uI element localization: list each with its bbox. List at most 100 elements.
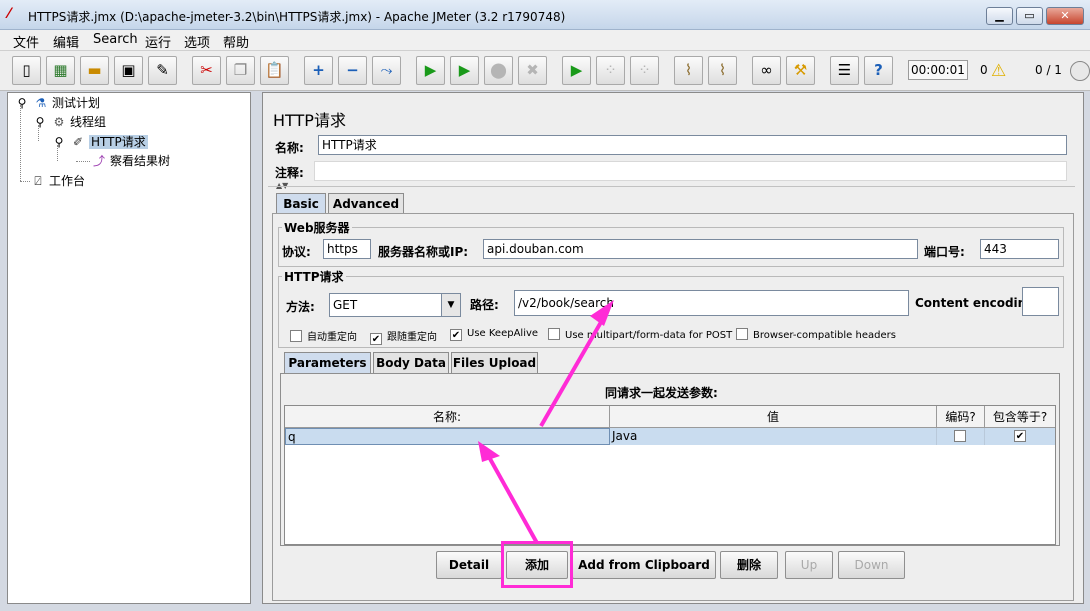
test-plan-tree: ⚲ ⚗ 测试计划 ⚲ ⚙ 线程组 ⚲ ✐ HTTP请求 ⤴ 察看结果树 ⍁ 工作台 xyxy=(7,92,251,604)
templates-icon[interactable]: ▦ xyxy=(46,56,75,85)
encode-checkbox[interactable] xyxy=(954,430,966,442)
collapse-icon[interactable]: − xyxy=(338,56,367,85)
delete-button[interactable]: 删除 xyxy=(720,551,778,579)
add-from-clipboard-button[interactable]: Add from Clipboard xyxy=(572,551,716,579)
path-input[interactable]: /v2/book/search xyxy=(514,290,909,316)
name-label: 名称: xyxy=(275,141,304,155)
close-button[interactable]: ✕ xyxy=(1046,7,1084,25)
method-select[interactable]: GET ▼ xyxy=(329,293,461,317)
gear-icon: ⚙ xyxy=(53,115,65,129)
name-input[interactable]: HTTP请求 xyxy=(318,135,1067,155)
column-header-encode[interactable]: 编码? xyxy=(937,406,985,428)
paste-icon[interactable]: 📋 xyxy=(260,56,289,85)
params-caption: 同请求一起发送参数: xyxy=(605,386,718,400)
clear-icon[interactable]: ⌇ xyxy=(674,56,703,85)
expand-handle-icon[interactable]: ⚲ xyxy=(14,94,30,112)
function-helper-icon[interactable]: ☰ xyxy=(830,56,859,85)
tab-basic[interactable]: Basic xyxy=(276,193,326,214)
column-header-include-equals[interactable]: 包含等于? xyxy=(985,406,1055,428)
checkbox-box[interactable] xyxy=(290,330,302,342)
path-label: 路径: xyxy=(470,298,499,312)
tree-item-thread-group[interactable]: ⚲ ⚙ 线程组 xyxy=(32,113,106,131)
browser-headers-checkbox[interactable]: Browser-compatible headers xyxy=(736,328,896,341)
copy-icon[interactable]: ❐ xyxy=(226,56,255,85)
elapsed-timer: 00:00:01 xyxy=(908,60,968,80)
annotation-highlight-box xyxy=(501,541,573,588)
cut-icon[interactable]: ✂ xyxy=(192,56,221,85)
reset-search-broom-icon[interactable]: ⚒ xyxy=(786,56,815,85)
checkbox-box[interactable]: ✔ xyxy=(370,333,382,345)
comment-input[interactable] xyxy=(314,161,1067,181)
checkbox-box[interactable]: ✔ xyxy=(450,329,462,341)
remote-start-icon[interactable]: ▶ xyxy=(562,56,591,85)
toolbar: ▯ ▦ ▬ ▣ ✎ ✂ ❐ 📋 + − ⤳ ▶ ▶ ⬤ ✖ ▶ ⁘ ⁘ ⌇ ⌇ … xyxy=(0,51,1090,91)
menu-file[interactable]: 文件 xyxy=(13,32,39,51)
checkbox-box[interactable] xyxy=(548,328,560,340)
tree-item-test-plan[interactable]: ⚲ ⚗ 测试计划 xyxy=(14,94,100,112)
up-button[interactable]: Up xyxy=(785,551,833,579)
open-icon[interactable]: ▬ xyxy=(80,56,109,85)
menu-edit[interactable]: 编辑 xyxy=(53,32,79,51)
expand-icon[interactable]: + xyxy=(304,56,333,85)
tree-item-label: 察看结果树 xyxy=(110,154,171,168)
tab-body-data[interactable]: Body Data xyxy=(373,352,449,373)
start-no-pause-icon[interactable]: ▶ xyxy=(450,56,479,85)
tab-files-upload[interactable]: Files Upload xyxy=(451,352,538,373)
checkbox-box[interactable] xyxy=(736,328,748,340)
remote-stop-icon[interactable]: ⁘ xyxy=(596,56,625,85)
title-bar: ⁄ HTTPS请求.jmx (D:\apache-jmeter-3.2\bin\… xyxy=(0,0,1090,30)
protocol-input[interactable]: https xyxy=(323,239,371,259)
stop-icon[interactable]: ⬤ xyxy=(484,56,513,85)
port-input[interactable]: 443 xyxy=(980,239,1059,259)
thread-count: 0 / 1 xyxy=(1035,63,1062,77)
minimize-button[interactable]: ▁ xyxy=(986,7,1013,25)
detail-button[interactable]: Detail xyxy=(436,551,502,579)
expand-handle-icon[interactable]: ⚲ xyxy=(32,113,48,131)
content-encoding-input[interactable] xyxy=(1022,287,1059,316)
params-table: 名称: 值 编码? 包含等于? q Java ✔ xyxy=(284,405,1056,545)
param-encode-cell[interactable] xyxy=(937,428,985,445)
clear-all-icon[interactable]: ⌇ xyxy=(708,56,737,85)
tree-item-label: 工作台 xyxy=(49,174,86,188)
multipart-checkbox[interactable]: Use multipart/form-data for POST xyxy=(548,328,732,341)
help-icon[interactable]: ? xyxy=(864,56,893,85)
method-label: 方法: xyxy=(286,300,315,314)
menu-help[interactable]: 帮助 xyxy=(223,32,249,51)
new-icon[interactable]: ▯ xyxy=(12,56,41,85)
remote-shutdown-icon[interactable]: ⁘ xyxy=(630,56,659,85)
page-title: HTTP请求 xyxy=(273,111,346,130)
protocol-label: 协议: xyxy=(282,245,311,259)
chevron-down-icon[interactable]: ▼ xyxy=(441,294,460,316)
column-header-value[interactable]: 值 xyxy=(610,406,937,428)
save-as-icon[interactable]: ✎ xyxy=(148,56,177,85)
log-toggle-icon[interactable] xyxy=(1070,61,1090,81)
auto-redirect-checkbox[interactable]: 自动重定向 xyxy=(290,328,357,343)
tab-advanced[interactable]: Advanced xyxy=(328,193,404,214)
toggle-icon[interactable]: ⤳ xyxy=(372,56,401,85)
tree-item-label: 线程组 xyxy=(70,115,107,129)
tree-item-http-request[interactable]: ⚲ ✐ HTTP请求 xyxy=(51,133,148,151)
tree-item-results-tree[interactable]: ⤴ 察看结果树 xyxy=(91,152,170,170)
warning-count: 0 xyxy=(980,63,988,77)
menu-run[interactable]: 运行 xyxy=(145,32,171,51)
tree-item-workbench[interactable]: ⍁ 工作台 xyxy=(30,172,85,190)
column-header-name[interactable]: 名称: xyxy=(285,406,610,428)
keepalive-checkbox[interactable]: ✔ Use KeepAlive xyxy=(450,328,538,341)
save-icon[interactable]: ▣ xyxy=(114,56,143,85)
menu-options[interactable]: 选项 xyxy=(184,32,210,51)
tab-parameters[interactable]: Parameters xyxy=(284,352,371,373)
search-binoculars-icon[interactable]: ∞ xyxy=(752,56,781,85)
menu-bar: 文件 编辑 Search 运行 选项 帮助 xyxy=(0,30,1090,51)
param-name-cell[interactable]: q xyxy=(285,428,610,445)
server-input[interactable]: api.douban.com xyxy=(483,239,918,259)
menu-search[interactable]: Search xyxy=(93,32,138,47)
start-icon[interactable]: ▶ xyxy=(416,56,445,85)
include-equals-checkbox[interactable]: ✔ xyxy=(1014,430,1026,442)
expand-handle-icon[interactable]: ⚲ xyxy=(51,133,67,151)
param-value-cell[interactable]: Java xyxy=(610,428,937,445)
follow-redirects-checkbox[interactable]: ✔ 跟随重定向 xyxy=(370,328,437,345)
shutdown-icon[interactable]: ✖ xyxy=(518,56,547,85)
maximize-button[interactable]: ▭ xyxy=(1016,7,1043,25)
param-include-equals-cell[interactable]: ✔ xyxy=(985,428,1055,445)
down-button[interactable]: Down xyxy=(838,551,905,579)
